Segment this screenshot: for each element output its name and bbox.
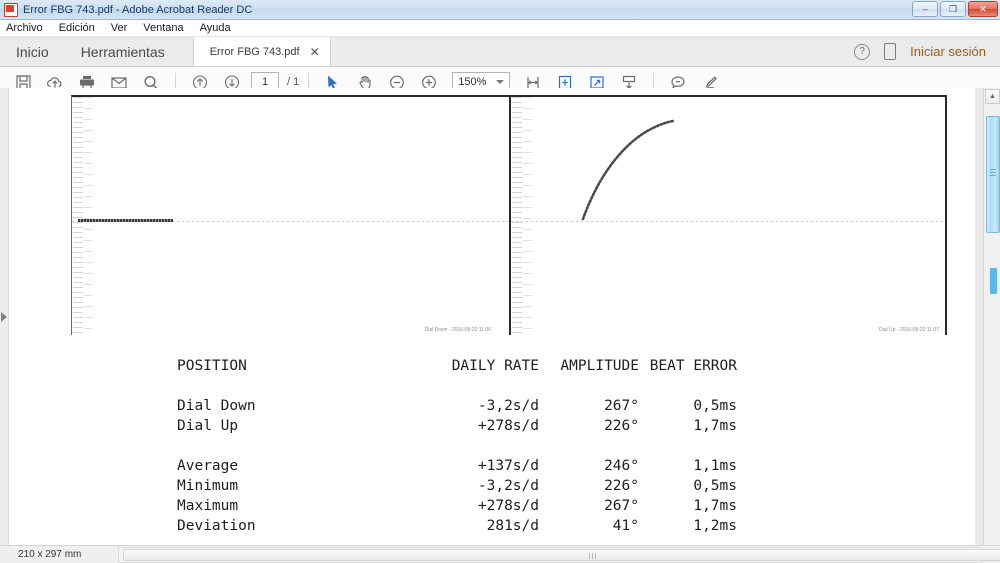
page-total-label: / 1 (287, 76, 300, 88)
acrobat-reader-window: Error FBG 743.pdf - Adobe Acrobat Reader… (0, 0, 1000, 563)
cell-beat-error: 1,2ms (693, 518, 737, 534)
table-row: Minimum -3,2s/d 226° 0,5ms (177, 476, 737, 496)
cell-daily-rate: +137s/d (477, 458, 539, 474)
zoom-level-value: 150% (458, 76, 487, 88)
chart-caption-dial-down: Dial Down - 2016-05-20 11:06 (424, 327, 491, 333)
chart-axis-labels-right (523, 97, 532, 337)
cell-amplitude: 246° (604, 458, 639, 474)
report-spacer-2 (177, 436, 737, 456)
help-icon[interactable]: ? (854, 43, 871, 60)
menu-item-ventana[interactable]: Ventana (143, 22, 183, 34)
cell-daily-rate: +278s/d (477, 418, 539, 434)
table-row: Deviation 281s/d 41° 1,2ms (177, 516, 737, 536)
mobile-device-icon[interactable] (884, 43, 897, 60)
chart-axis-ticks-left (73, 97, 83, 337)
cell-daily-rate: 281s/d (486, 518, 539, 534)
cell-position: Dial Up (177, 418, 239, 434)
chart-panel-dial-down: Dial Down - 2016-05-20 11:06 (71, 95, 509, 337)
menu-item-ayuda[interactable]: Ayuda (200, 22, 231, 34)
navigation-pane-toggle[interactable] (0, 88, 9, 545)
menu-item-archivo[interactable]: Archivo (6, 22, 43, 34)
sign-in-button[interactable]: Iniciar sesión (910, 44, 986, 59)
cell-position: Maximum (177, 498, 239, 514)
cell-amplitude: 226° (604, 418, 639, 434)
page-size-label: 210 x 297 mm (18, 549, 82, 560)
cell-daily-rate: +278s/d (477, 498, 539, 514)
cell-daily-rate: -3,2s/d (477, 398, 539, 414)
expand-navigation-pane-icon (1, 311, 7, 322)
cell-beat-error: 0,5ms (693, 398, 737, 414)
window-controls: – ❐ ✕ (912, 1, 998, 17)
scrollbar-position-marker (990, 268, 997, 294)
close-icon[interactable]: ✕ (310, 45, 320, 59)
status-bar: 210 x 297 mm ◄ (0, 545, 1000, 563)
chart-axis-ticks-right (512, 97, 522, 337)
tab-document-label: Error FBG 743.pdf (209, 45, 300, 58)
pdf-page[interactable]: Dial Down - 2016-05-20 11:06 Dial Up - 2… (9, 88, 975, 545)
table-row: Dial Down -3,2s/d 267° 0,5ms (177, 396, 737, 416)
cell-amplitude: 267° (604, 498, 639, 514)
cell-position: Minimum (177, 478, 239, 494)
cell-amplitude: 226° (604, 478, 639, 494)
horizontal-scrollbar-thumb[interactable] (123, 548, 1000, 561)
minimize-button[interactable]: – (912, 1, 938, 17)
close-button[interactable]: ✕ (968, 1, 998, 17)
tab-inicio[interactable]: Inicio (0, 37, 65, 66)
header-position: POSITION (177, 358, 247, 374)
table-row: Maximum +278s/d 267° 1,7ms (177, 496, 737, 516)
menu-item-edicion[interactable]: Edición (59, 22, 95, 34)
header-daily-rate: DAILY RATE (451, 358, 539, 374)
cell-amplitude: 41° (612, 518, 639, 534)
tab-herramientas[interactable]: Herramientas (65, 37, 181, 66)
scroll-up-button[interactable]: ▲ (985, 89, 1000, 104)
measurement-report: POSITION DAILY RATE AMPLITUDE BEAT ERROR… (177, 356, 737, 536)
cell-beat-error: 0,5ms (693, 478, 737, 494)
maximize-button[interactable]: ❐ (940, 1, 966, 17)
cell-amplitude: 267° (604, 398, 639, 414)
cell-daily-rate: -3,2s/d (477, 478, 539, 494)
report-spacer-1 (177, 376, 737, 396)
horizontal-scrollbar[interactable]: ◄ (118, 546, 1000, 563)
cell-beat-error: 1,1ms (693, 458, 737, 474)
chart-panel-dial-up: Dial Up - 2016-05-20 11:07 (509, 95, 947, 337)
cell-beat-error: 1,7ms (693, 418, 737, 434)
vertical-scrollbar[interactable]: ▲ (983, 88, 1000, 545)
tab-strip: Inicio Herramientas Error FBG 743.pdf ✕ … (0, 37, 1000, 67)
table-row: Average +137s/d 246° 1,1ms (177, 456, 737, 476)
header-beat-error: BEAT ERROR (649, 358, 737, 374)
tab-document[interactable]: Error FBG 743.pdf ✕ (192, 37, 331, 66)
menu-bar: Archivo Edición Ver Ventana Ayuda (0, 20, 1000, 37)
chevron-down-icon (496, 80, 505, 84)
document-viewport: Dial Down - 2016-05-20 11:06 Dial Up - 2… (0, 88, 1000, 545)
tab-strip-right: ? Iniciar sesión (854, 37, 1000, 66)
chart-axis-labels-left (84, 97, 93, 337)
chart-trace-dial-down (78, 219, 173, 222)
chart-center-line-right (511, 221, 945, 222)
cell-beat-error: 1,7ms (693, 498, 737, 514)
cell-position: Dial Down (177, 398, 256, 414)
vertical-scrollbar-thumb[interactable] (986, 116, 1000, 233)
report-header-row: POSITION DAILY RATE AMPLITUDE BEAT ERROR (177, 356, 737, 376)
window-title: Error FBG 743.pdf - Adobe Acrobat Reader… (23, 3, 253, 16)
title-bar: Error FBG 743.pdf - Adobe Acrobat Reader… (0, 0, 1000, 20)
chart-trace-dial-up (581, 119, 675, 221)
timegrapher-chart: Dial Down - 2016-05-20 11:06 Dial Up - 2… (71, 95, 947, 337)
cell-position: Average (177, 458, 239, 474)
chart-caption-dial-up: Dial Up - 2016-05-20 11:07 (879, 327, 939, 333)
cell-position: Deviation (177, 518, 256, 534)
table-row: Dial Up +278s/d 226° 1,7ms (177, 416, 737, 436)
pdf-document-icon (4, 2, 18, 17)
menu-item-ver[interactable]: Ver (111, 22, 128, 34)
header-amplitude: AMPLITUDE (560, 358, 639, 374)
